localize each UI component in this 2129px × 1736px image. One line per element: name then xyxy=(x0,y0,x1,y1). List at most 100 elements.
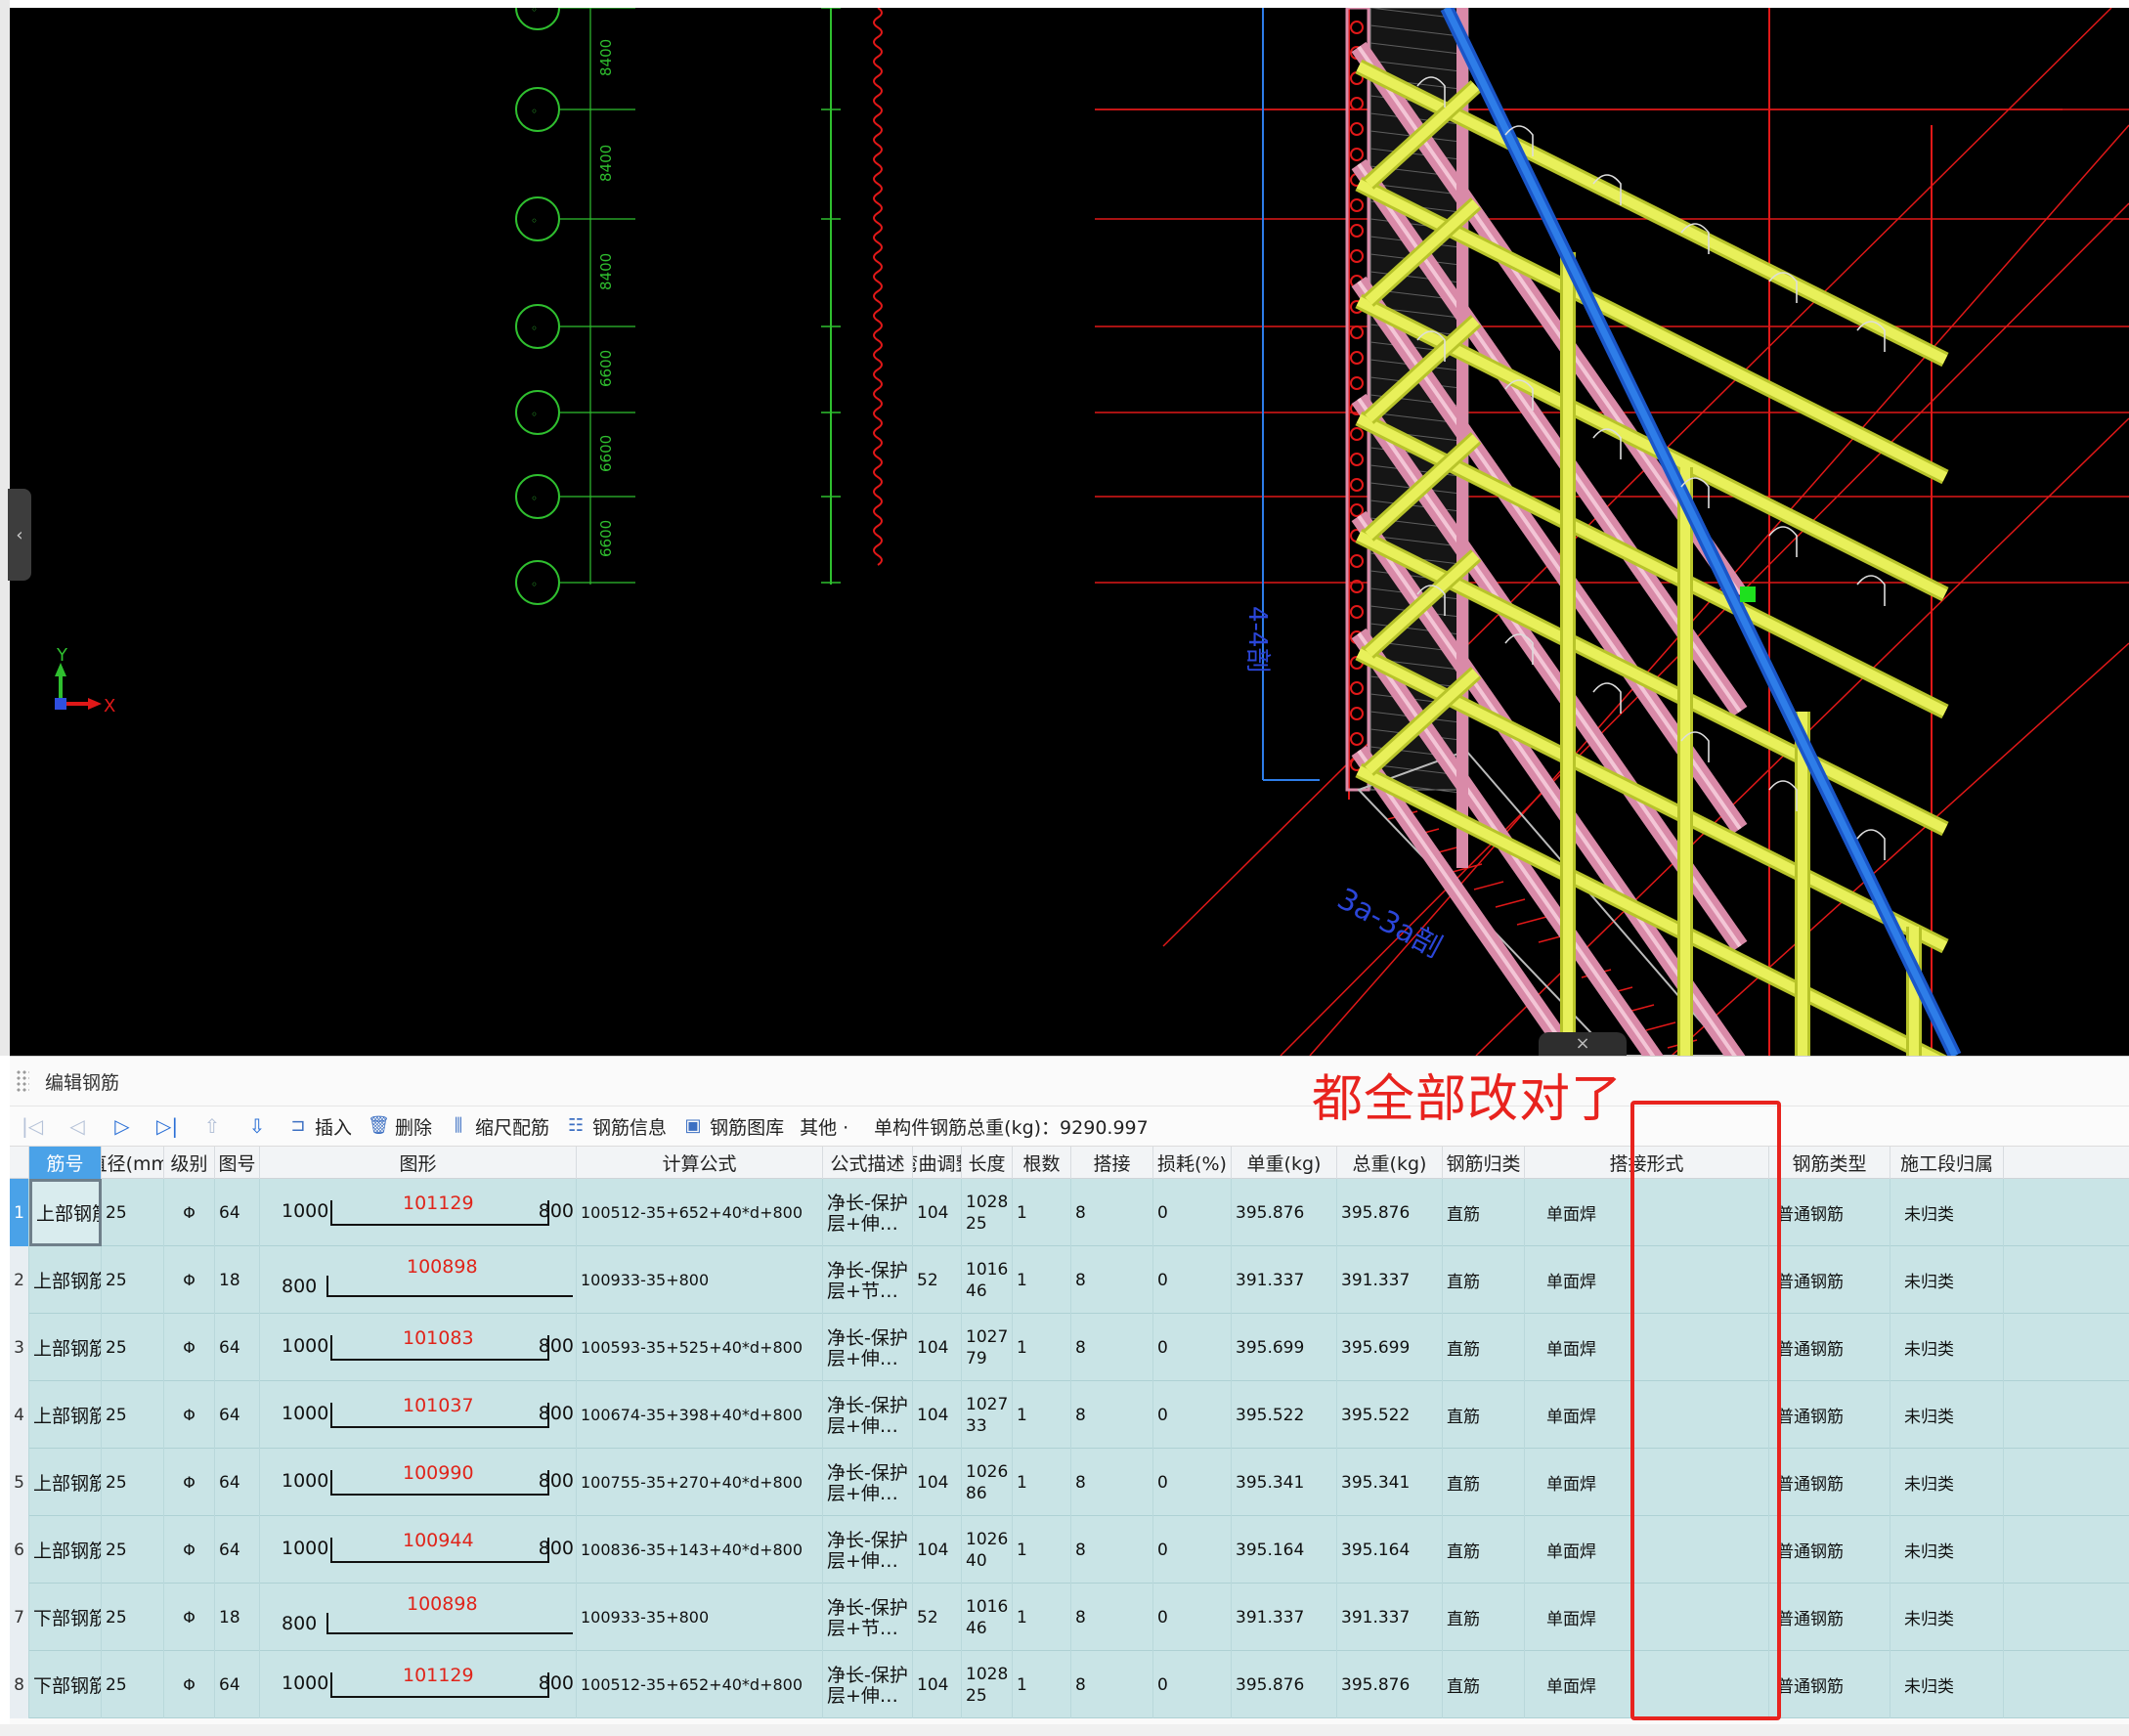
cad-viewport[interactable]: ◦ ◦ ◦ ◦ ◦ ◦ ◦ 8400 8400 8400 6600 6600 6600 4-4剖 3a-3a… xyxy=(10,8,2129,1056)
formula-desc-cell[interactable]: 净长-保护层+伸… xyxy=(823,1516,913,1584)
rebar-type-cell[interactable]: 普通钢筋 xyxy=(1769,1651,1890,1718)
formula-cell[interactable]: 100512-35+652+40*d+800 xyxy=(577,1651,823,1718)
first-row-button[interactable]: |◁ xyxy=(10,1108,55,1144)
total-weight-cell[interactable]: 395.876 xyxy=(1337,1651,1443,1718)
formula-desc-cell[interactable]: 净长-保护层+伸… xyxy=(823,1179,913,1246)
drag-grip-icon[interactable] xyxy=(16,1069,29,1093)
column-header[interactable]: 搭接形式 xyxy=(1525,1147,1769,1179)
row-number[interactable]: 2 xyxy=(10,1246,29,1314)
diameter-cell[interactable]: 25 xyxy=(102,1381,164,1449)
lap-form-cell[interactable]: 单面焊 xyxy=(1525,1179,1769,1246)
stage-cell[interactable]: 未归类 xyxy=(1890,1584,2004,1651)
unit-weight-cell[interactable]: 395.341 xyxy=(1232,1449,1337,1516)
column-header[interactable]: 施工段归属 xyxy=(1890,1147,2004,1179)
collapse-panel-tab[interactable]: × xyxy=(1539,1032,1627,1056)
row-number[interactable]: 8 xyxy=(10,1651,29,1718)
row-number[interactable]: 7 xyxy=(10,1584,29,1651)
formula-desc-cell[interactable]: 净长-保护层+伸… xyxy=(823,1449,913,1516)
bend-adjust-cell[interactable]: 52 xyxy=(913,1584,962,1651)
prev-row-button[interactable]: ◁ xyxy=(55,1108,100,1144)
column-header[interactable]: 直径(mm) xyxy=(102,1147,164,1179)
total-weight-cell[interactable]: 395.522 xyxy=(1337,1381,1443,1449)
diameter-cell[interactable]: 25 xyxy=(102,1314,164,1381)
count-cell[interactable]: 1 xyxy=(1013,1651,1071,1718)
lap-form-cell[interactable]: 单面焊 xyxy=(1525,1584,1769,1651)
shape-cell[interactable]: 1000 100990 800 xyxy=(260,1449,577,1516)
lap-cell[interactable]: 8 xyxy=(1071,1381,1153,1449)
formula-desc-cell[interactable]: 净长-保护层+节… xyxy=(823,1584,913,1651)
column-header[interactable]: 计算公式 xyxy=(577,1147,823,1179)
column-header[interactable]: 单重(kg) xyxy=(1232,1147,1337,1179)
formula-cell[interactable]: 100593-35+525+40*d+800 xyxy=(577,1314,823,1381)
grade-cell[interactable]: Φ xyxy=(164,1449,215,1516)
loss-cell[interactable]: 0 xyxy=(1153,1381,1232,1449)
formula-cell[interactable]: 100512-35+652+40*d+800 xyxy=(577,1179,823,1246)
row-number[interactable]: 6 xyxy=(10,1516,29,1584)
rebar-type-cell[interactable]: 普通钢筋 xyxy=(1769,1246,1890,1314)
grade-cell[interactable]: Φ xyxy=(164,1516,215,1584)
column-header[interactable]: 弯曲调整 xyxy=(913,1147,962,1179)
lap-cell[interactable]: 8 xyxy=(1071,1246,1153,1314)
diameter-cell[interactable]: 25 xyxy=(102,1246,164,1314)
stage-cell[interactable]: 未归类 xyxy=(1890,1246,2004,1314)
shape-cell[interactable]: 1000 101129 800 xyxy=(260,1179,577,1246)
length-cell[interactable]: 102686 xyxy=(962,1449,1013,1516)
bend-adjust-cell[interactable]: 104 xyxy=(913,1381,962,1449)
lap-form-cell[interactable]: 单面焊 xyxy=(1525,1449,1769,1516)
lap-cell[interactable]: 8 xyxy=(1071,1516,1153,1584)
figure-no-cell[interactable]: 64 xyxy=(215,1651,260,1718)
category-cell[interactable]: 直筋 xyxy=(1443,1314,1525,1381)
total-weight-cell[interactable]: 391.337 xyxy=(1337,1584,1443,1651)
column-header[interactable]: 总重(kg) xyxy=(1337,1147,1443,1179)
stage-cell[interactable]: 未归类 xyxy=(1890,1449,2004,1516)
lap-cell[interactable]: 8 xyxy=(1071,1584,1153,1651)
formula-cell[interactable]: 100674-35+398+40*d+800 xyxy=(577,1381,823,1449)
last-row-button[interactable]: ▷| xyxy=(145,1108,190,1144)
count-cell[interactable]: 1 xyxy=(1013,1449,1071,1516)
formula-cell[interactable]: 100836-35+143+40*d+800 xyxy=(577,1516,823,1584)
lap-cell[interactable]: 8 xyxy=(1071,1179,1153,1246)
loss-cell[interactable]: 0 xyxy=(1153,1179,1232,1246)
table-row[interactable]: 2上部钢筋.225Φ18800100898100933-35+800净长-保护层… xyxy=(10,1246,2129,1314)
rebar-library-button[interactable]: ▣ 钢筋图库 xyxy=(674,1108,792,1144)
lap-form-cell[interactable]: 单面焊 xyxy=(1525,1651,1769,1718)
category-cell[interactable]: 直筋 xyxy=(1443,1584,1525,1651)
diameter-cell[interactable]: 25 xyxy=(102,1651,164,1718)
lap-form-cell[interactable]: 单面焊 xyxy=(1525,1516,1769,1584)
lap-form-cell[interactable]: 单面焊 xyxy=(1525,1381,1769,1449)
table-row[interactable]: 7下部钢筋.125Φ18800100898100933-35+800净长-保护层… xyxy=(10,1584,2129,1651)
row-number[interactable]: 3 xyxy=(10,1314,29,1381)
formula-desc-cell[interactable]: 净长-保护层+伸… xyxy=(823,1651,913,1718)
loss-cell[interactable]: 0 xyxy=(1153,1584,1232,1651)
count-cell[interactable]: 1 xyxy=(1013,1246,1071,1314)
move-down-button[interactable]: ⇩ xyxy=(235,1108,280,1144)
name-cell[interactable]: 上部钢筋.3 xyxy=(29,1314,102,1381)
row-number[interactable]: 5 xyxy=(10,1449,29,1516)
unit-weight-cell[interactable]: 395.699 xyxy=(1232,1314,1337,1381)
length-cell[interactable]: 102779 xyxy=(962,1314,1013,1381)
length-cell[interactable]: 102733 xyxy=(962,1381,1013,1449)
name-cell[interactable]: 下部钢筋.2 xyxy=(29,1651,102,1718)
loss-cell[interactable]: 0 xyxy=(1153,1651,1232,1718)
loss-cell[interactable]: 0 xyxy=(1153,1314,1232,1381)
count-cell[interactable]: 1 xyxy=(1013,1179,1071,1246)
column-header[interactable]: 图号 xyxy=(215,1147,260,1179)
bend-adjust-cell[interactable]: 104 xyxy=(913,1449,962,1516)
unit-weight-cell[interactable]: 391.337 xyxy=(1232,1246,1337,1314)
unit-weight-cell[interactable]: 395.164 xyxy=(1232,1516,1337,1584)
grade-cell[interactable]: Φ xyxy=(164,1314,215,1381)
unit-weight-cell[interactable]: 395.876 xyxy=(1232,1651,1337,1718)
stage-cell[interactable]: 未归类 xyxy=(1890,1179,2004,1246)
grade-cell[interactable]: Φ xyxy=(164,1246,215,1314)
loss-cell[interactable]: 0 xyxy=(1153,1516,1232,1584)
formula-cell[interactable]: 100755-35+270+40*d+800 xyxy=(577,1449,823,1516)
length-cell[interactable]: 102640 xyxy=(962,1516,1013,1584)
shape-cell[interactable]: 1000 101083 800 xyxy=(260,1314,577,1381)
diameter-cell[interactable]: 25 xyxy=(102,1179,164,1246)
total-weight-cell[interactable]: 395.164 xyxy=(1337,1516,1443,1584)
length-cell[interactable]: 101646 xyxy=(962,1584,1013,1651)
diameter-cell[interactable]: 25 xyxy=(102,1516,164,1584)
column-header[interactable]: 搭接 xyxy=(1071,1147,1153,1179)
name-cell[interactable]: 上部钢筋.6 xyxy=(29,1516,102,1584)
loss-cell[interactable]: 0 xyxy=(1153,1246,1232,1314)
